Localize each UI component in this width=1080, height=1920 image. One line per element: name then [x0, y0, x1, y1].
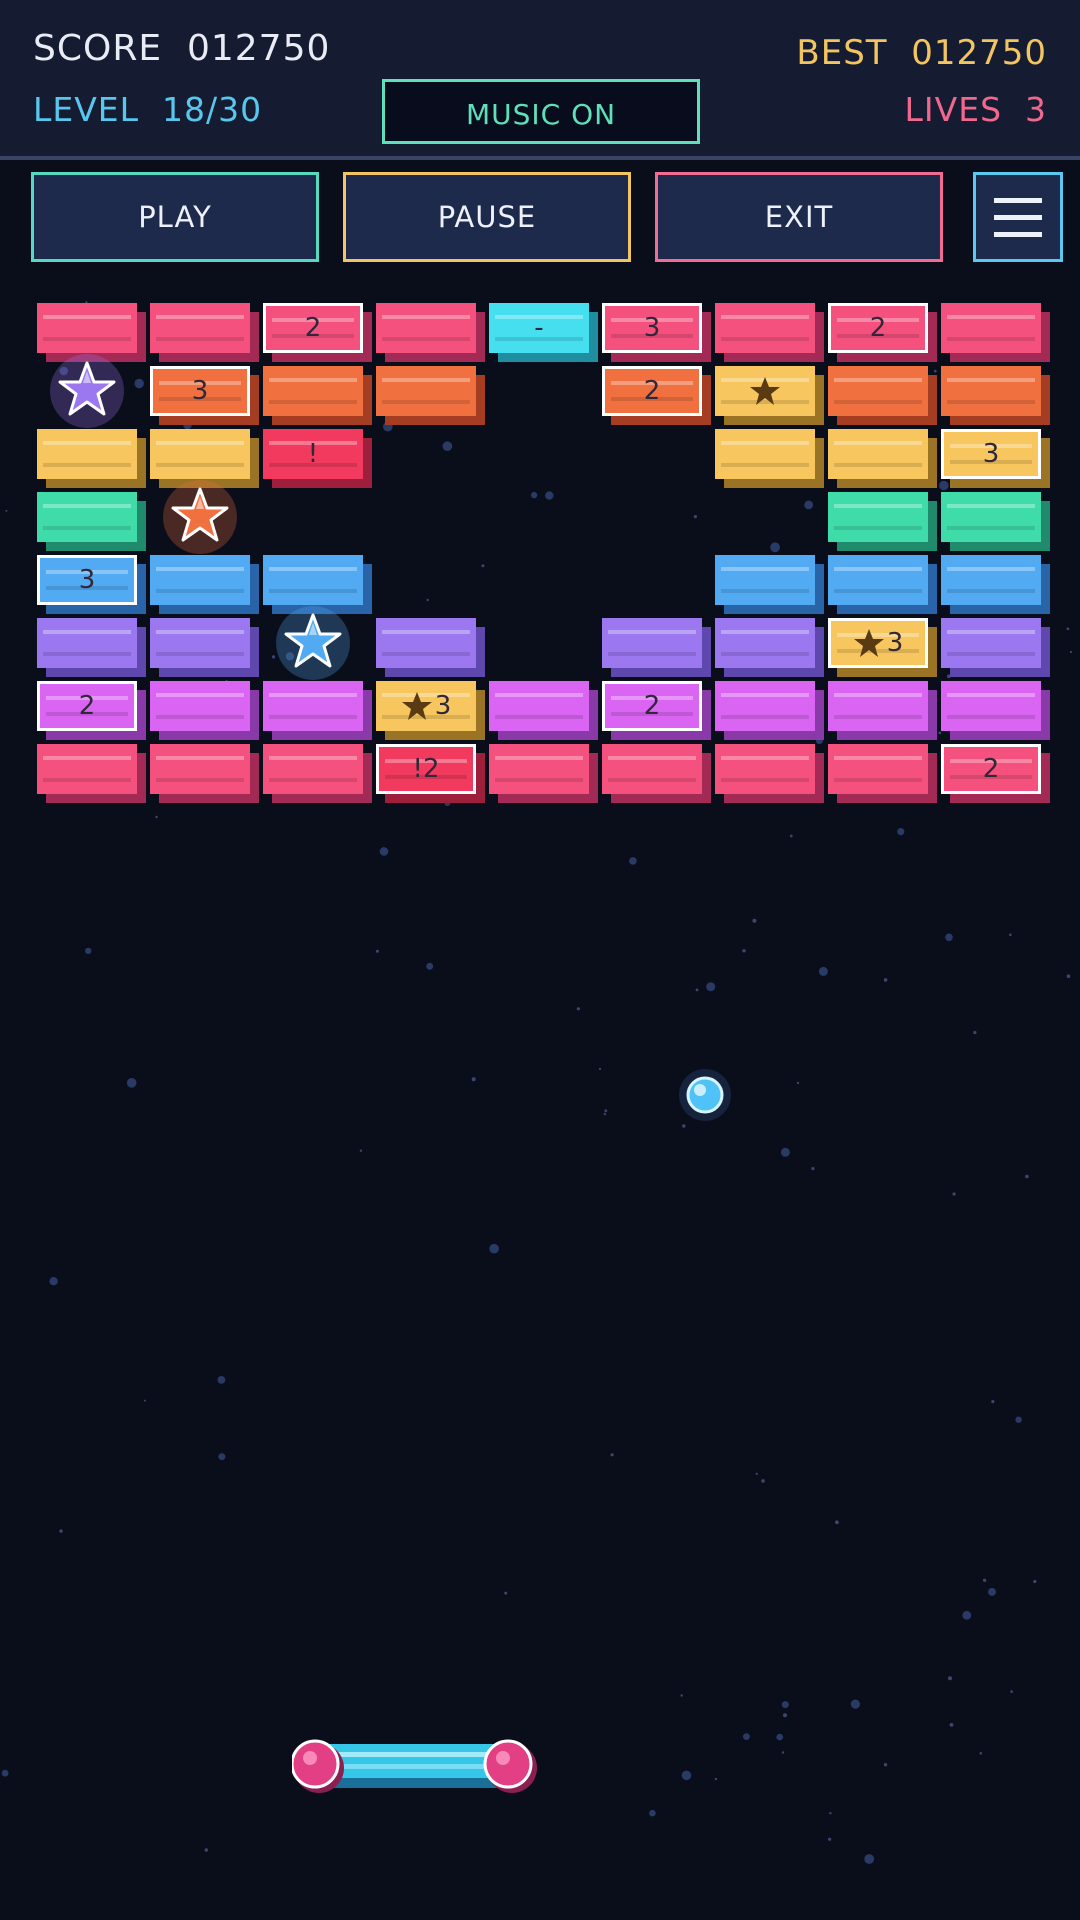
- brick-label: 3: [853, 627, 904, 659]
- blue-star-powerup: [276, 606, 350, 680]
- magenta-brick: 2: [602, 681, 702, 731]
- orange-brick: [263, 366, 363, 416]
- purple-star-powerup: [50, 354, 124, 428]
- star-icon: [853, 629, 884, 657]
- blue-brick: [150, 555, 250, 605]
- orange-brick: [828, 366, 928, 416]
- pink-brick: [150, 744, 250, 794]
- brick-label: 2: [870, 313, 887, 343]
- yellow-brick: [715, 366, 815, 416]
- green-brick: [37, 492, 137, 542]
- brick-label: 3: [192, 376, 209, 406]
- brick-label: 3: [401, 690, 452, 722]
- magenta-brick: 2: [37, 681, 137, 731]
- pink-brick: 3: [602, 303, 702, 353]
- ball: [679, 1069, 731, 1121]
- pink-brick: 2: [263, 303, 363, 353]
- yellow-brick: 3: [376, 681, 476, 731]
- blue-brick: [941, 555, 1041, 605]
- green-brick: [828, 492, 928, 542]
- brick-label: 3: [983, 439, 1000, 469]
- brick-hit-count: 2: [869, 313, 887, 343]
- brick-label: 3: [644, 313, 661, 343]
- magenta-brick: [150, 681, 250, 731]
- brick-label: 2: [644, 691, 661, 721]
- orange-brick: [941, 366, 1041, 416]
- pink-brick: [715, 303, 815, 353]
- brick-hit-count: !2: [412, 754, 440, 784]
- star-icon: [750, 377, 780, 405]
- brick-hit-count: 2: [78, 691, 96, 721]
- yellow-brick: [150, 429, 250, 479]
- violet-brick: [941, 618, 1041, 668]
- brick-hit-count: 2: [643, 691, 661, 721]
- brick-label: [749, 375, 781, 407]
- brick-hit-count: 3: [643, 313, 661, 343]
- paddle[interactable]: [292, 1736, 537, 1798]
- green-brick: [941, 492, 1041, 542]
- brick-label: !2: [413, 754, 440, 784]
- blue-brick: [263, 555, 363, 605]
- brick-hit-count: -: [534, 313, 544, 343]
- violet-brick: [602, 618, 702, 668]
- yellow-brick: [828, 429, 928, 479]
- cyan-brick: -: [489, 303, 589, 353]
- pink-brick: 2: [941, 744, 1041, 794]
- brick-label: 2: [983, 754, 1000, 784]
- brick-label: 2: [305, 313, 322, 343]
- red-brick: !: [263, 429, 363, 479]
- pink-brick: [150, 303, 250, 353]
- brick-label: !: [308, 439, 318, 469]
- orange-brick: 2: [602, 366, 702, 416]
- violet-brick: [150, 618, 250, 668]
- brick-hit-count: 3: [191, 376, 209, 406]
- violet-brick: [37, 618, 137, 668]
- star-icon: [401, 692, 432, 720]
- yellow-brick: 3: [828, 618, 928, 668]
- brick-hit-count: 2: [304, 313, 322, 343]
- brick-field: 2 - 3 2 3 2! 3 3 3 2 3 2 !2 2: [0, 0, 1080, 1920]
- pink-brick: [37, 303, 137, 353]
- brick-hit-count: 3: [434, 691, 452, 721]
- brick-label: -: [534, 313, 543, 343]
- orange-brick: [376, 366, 476, 416]
- orange-star-powerup: [163, 480, 237, 554]
- pink-brick: 2: [828, 303, 928, 353]
- orange-brick: 3: [150, 366, 250, 416]
- brick-hit-count: 2: [982, 754, 1000, 784]
- blue-brick: [715, 555, 815, 605]
- magenta-brick: [489, 681, 589, 731]
- pink-brick: [828, 744, 928, 794]
- pink-brick: [376, 303, 476, 353]
- pink-brick: [263, 744, 363, 794]
- magenta-brick: [263, 681, 363, 731]
- yellow-brick: [715, 429, 815, 479]
- red-brick: !2: [376, 744, 476, 794]
- pink-brick: [715, 744, 815, 794]
- brick-label: 2: [644, 376, 661, 406]
- brick-hit-count: !: [307, 439, 319, 469]
- brick-hit-count: 3: [78, 565, 96, 595]
- pink-brick: [941, 303, 1041, 353]
- blue-brick: 3: [37, 555, 137, 605]
- magenta-brick: [941, 681, 1041, 731]
- brick-label: 2: [79, 691, 96, 721]
- magenta-brick: [828, 681, 928, 731]
- brick-hit-count: 3: [982, 439, 1000, 469]
- pink-brick: [489, 744, 589, 794]
- brick-hit-count: 3: [886, 628, 904, 658]
- brick-hit-count: 2: [643, 376, 661, 406]
- pink-brick: [37, 744, 137, 794]
- yellow-brick: [37, 429, 137, 479]
- pink-brick: [602, 744, 702, 794]
- brick-label: 3: [79, 565, 96, 595]
- violet-brick: [715, 618, 815, 668]
- blue-brick: [828, 555, 928, 605]
- magenta-brick: [715, 681, 815, 731]
- violet-brick: [376, 618, 476, 668]
- yellow-brick: 3: [941, 429, 1041, 479]
